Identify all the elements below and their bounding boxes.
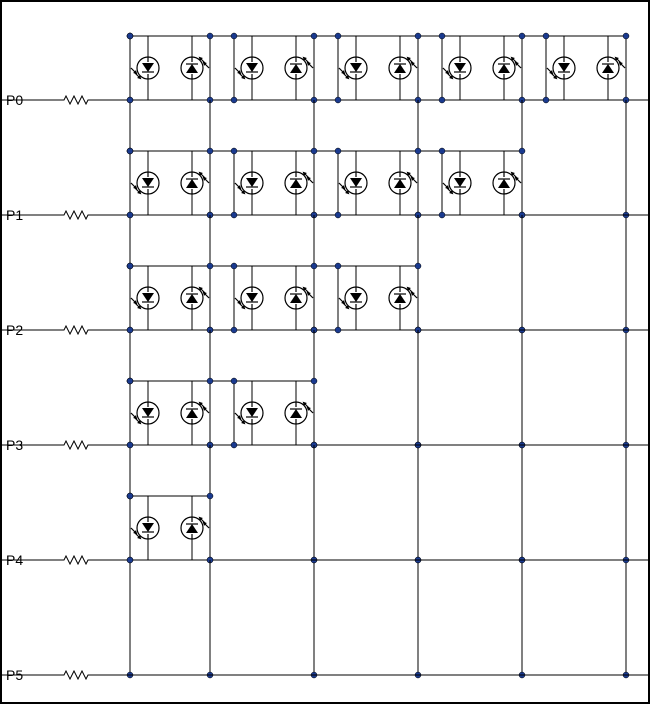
led-pair-cell — [130, 496, 211, 560]
charlieplex-schematic: P0P1P2P3P4P5 — [0, 0, 650, 704]
resistor — [60, 211, 92, 219]
led-pair-cell — [338, 266, 419, 330]
led-pair-cell — [130, 266, 211, 330]
led-pair-cell — [442, 151, 523, 215]
led-pair-cell — [338, 36, 419, 100]
resistor — [60, 671, 92, 679]
led-pair-cell — [130, 36, 211, 100]
resistor — [60, 326, 92, 334]
resistor — [60, 556, 92, 564]
led-pair-cell — [130, 151, 211, 215]
resistor — [60, 96, 92, 104]
led-pair-cell — [442, 36, 523, 100]
led-pair-cell — [234, 36, 315, 100]
led-pair-cell — [546, 36, 627, 100]
led-pair-cell — [338, 151, 419, 215]
resistor — [60, 441, 92, 449]
led-pair-cell — [234, 266, 315, 330]
led-pair-cell — [130, 381, 211, 445]
led-pair-cell — [234, 151, 315, 215]
led-pair-cell — [234, 381, 315, 445]
